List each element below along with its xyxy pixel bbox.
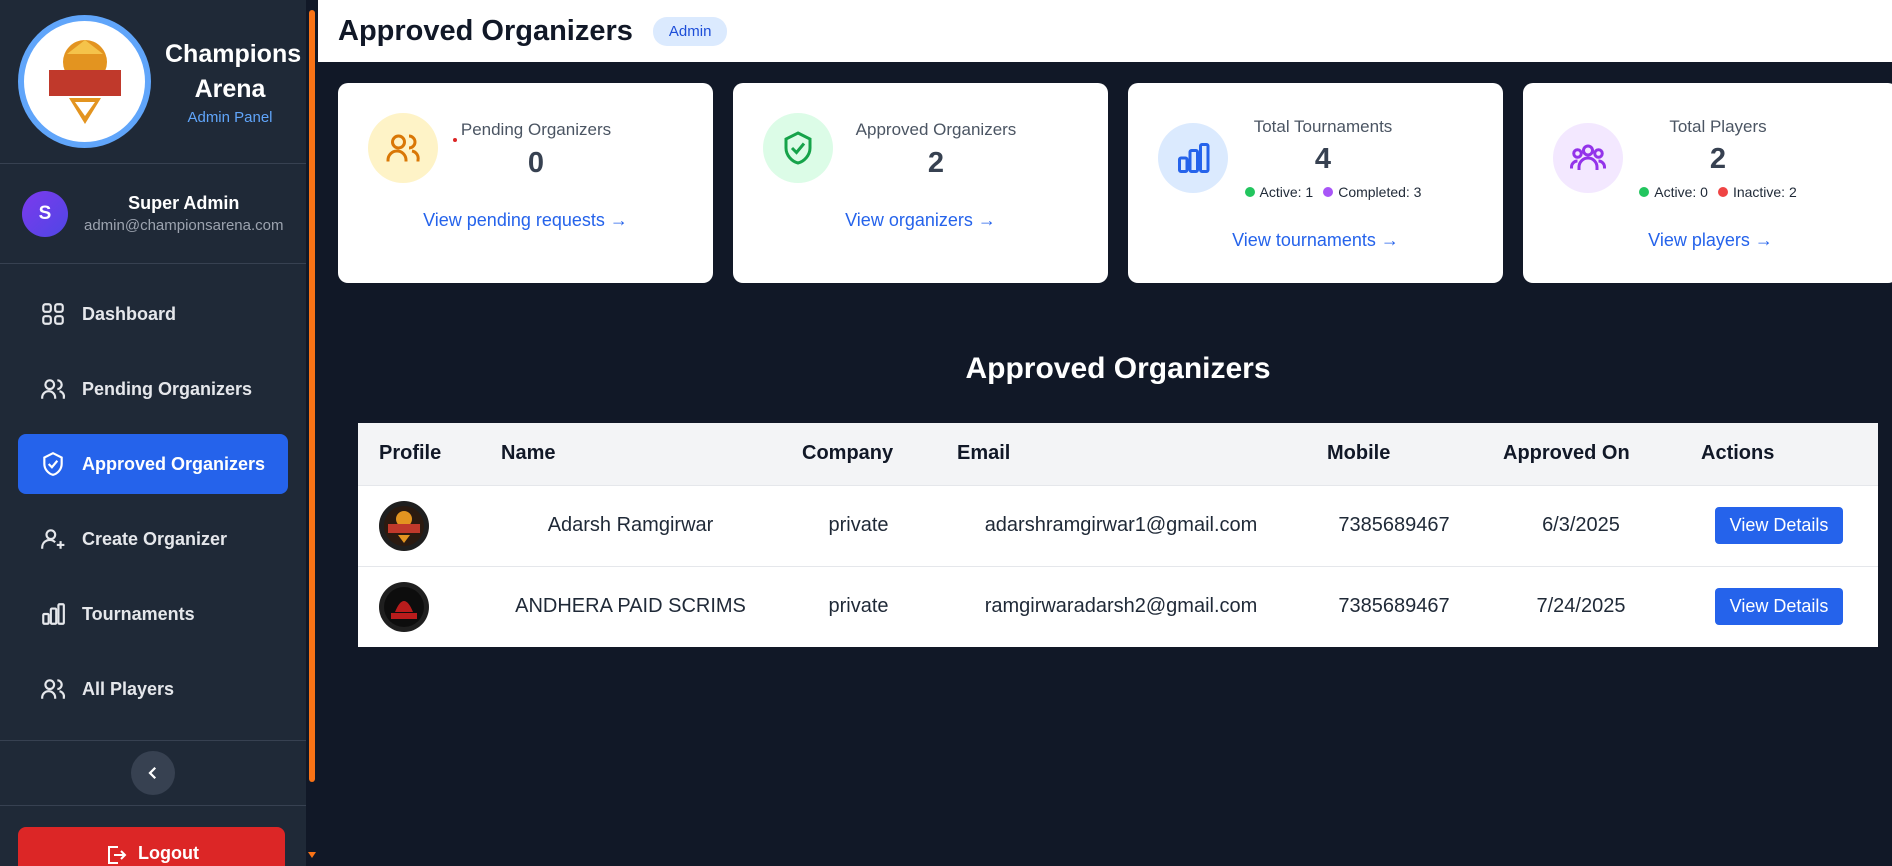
- shield-check-icon: [784, 131, 812, 165]
- view-tournaments-link[interactable]: View tournaments →: [1128, 230, 1503, 251]
- sidebar-nav: Dashboard Pending Organizers Approved Or…: [0, 264, 306, 719]
- card-value: 0: [527, 147, 545, 179]
- user-name: Super Admin: [128, 193, 240, 213]
- organizer-mobile: 7385689467: [1338, 514, 1450, 536]
- organizers-table: Profile Name Company Email Mobile Approv…: [358, 423, 1878, 647]
- organizer-avatar: [379, 581, 429, 632]
- status-dot: [1639, 187, 1650, 197]
- sidebar-item-dashboard[interactable]: Dashboard: [18, 284, 288, 344]
- sidebar-item-label: Tournaments: [82, 603, 195, 624]
- sidebar-item-all-players[interactable]: All Players: [18, 659, 288, 719]
- organizer-avatar: [379, 500, 429, 551]
- bar-chart-icon: [40, 601, 66, 627]
- shield-check-icon: [40, 451, 66, 477]
- logout-button[interactable]: Logout: [18, 827, 285, 866]
- card-icon-circle: [1553, 123, 1623, 193]
- status-dot: [1244, 187, 1255, 197]
- sidebar: Champions Arena Admin Panel S Super Admi…: [0, 0, 306, 866]
- brand-logo[interactable]: [18, 15, 151, 148]
- column-header-profile: Profile: [379, 442, 442, 465]
- user-email: admin@championsarena.com: [84, 217, 284, 234]
- table-row: ANDHERA PAID SCRIMS private ramgirwarada…: [358, 566, 1878, 647]
- column-header-company: Company: [802, 442, 894, 465]
- sidebar-item-label: Create Organizer: [82, 528, 228, 549]
- card-label: Total Players: [1669, 117, 1767, 136]
- tournament-stats: Active: 1 Completed: 3: [1238, 184, 1438, 200]
- active-count: Active: 1: [1259, 184, 1314, 200]
- logout-label: Logout: [138, 843, 199, 863]
- sidebar-item-label: Approved Organizers: [82, 453, 266, 474]
- view-details-button[interactable]: View Details: [1714, 507, 1844, 544]
- chevron-left-icon: [148, 766, 157, 780]
- card-label: Pending Organizers: [460, 120, 612, 139]
- users-group-icon: [1570, 144, 1606, 170]
- view-organizers-link[interactable]: View organizers →: [733, 210, 1108, 231]
- user-plus-icon: [40, 526, 66, 552]
- organizer-approved-on: 7/24/2025: [1536, 595, 1626, 618]
- status-dot: [1717, 187, 1728, 197]
- table-header-row: Profile Name Company Email Mobile Approv…: [358, 423, 1878, 485]
- inactive-count: Inactive: 2: [1732, 184, 1797, 200]
- user-profile: S Super Admin admin@championsarena.com: [0, 164, 306, 264]
- column-header-actions: Actions: [1701, 442, 1775, 465]
- users-icon: [40, 676, 66, 702]
- player-stats: Active: 0 Inactive: 2: [1628, 184, 1818, 200]
- organizer-company: private: [828, 514, 889, 536]
- users-icon: [40, 376, 66, 402]
- card-icon-circle: [1158, 123, 1228, 193]
- top-bar: Approved Organizers Admin: [318, 0, 1892, 62]
- column-header-approved-on: Approved On: [1503, 442, 1630, 465]
- view-players-link[interactable]: View players →: [1523, 230, 1892, 251]
- sidebar-item-label: Pending Organizers: [82, 378, 253, 399]
- brand-title: Champions Arena: [165, 40, 302, 103]
- organizer-approved-on: 6/3/2025: [1542, 514, 1620, 536]
- users-icon: [386, 134, 420, 162]
- card-icon-circle: [368, 113, 438, 183]
- card-value: 2: [1709, 143, 1727, 175]
- organizer-email: ramgirwaradarsh2@gmail.com: [984, 595, 1258, 618]
- table-row: Adarsh Ramgirwar private adarshramgirwar…: [358, 485, 1878, 566]
- column-header-name: Name: [501, 442, 556, 465]
- sidebar-item-approved-organizers[interactable]: Approved Organizers: [18, 434, 288, 494]
- card-label: Total Tournaments: [1253, 117, 1393, 136]
- section-title: Approved Organizers: [965, 352, 1271, 385]
- page-title: Approved Organizers: [338, 14, 633, 47]
- card-value: 4: [1314, 143, 1332, 175]
- collapse-sidebar-button[interactable]: [131, 751, 175, 795]
- card-label: Approved Organizers: [855, 120, 1017, 139]
- card-value: 2: [927, 147, 945, 179]
- sidebar-item-label: All Players: [82, 678, 175, 699]
- column-header-email: Email: [957, 442, 1011, 465]
- organizer-name: ANDHERA PAID SCRIMS: [515, 595, 746, 618]
- pending-organizers-card: Pending Organizers 0 View pending reques…: [338, 83, 713, 283]
- sidebar-item-tournaments[interactable]: Tournaments: [18, 584, 288, 644]
- bar-chart-icon: [1178, 143, 1210, 173]
- scroll-down-arrow[interactable]: [308, 852, 316, 858]
- brand-subtitle: Admin Panel: [187, 109, 273, 126]
- completed-count: Completed: 3: [1338, 184, 1422, 200]
- sidebar-item-pending-organizers[interactable]: Pending Organizers: [18, 359, 288, 419]
- sidebar-item-create-organizer[interactable]: Create Organizer: [18, 509, 288, 569]
- total-players-card: Total Players 2 Active: 0 Inactive: 2 Vi…: [1523, 83, 1892, 283]
- card-icon-circle: [763, 113, 833, 183]
- collapse-area: [0, 740, 306, 806]
- logout-icon: [108, 846, 127, 864]
- organizer-email: adarshramgirwar1@gmail.com: [984, 514, 1258, 536]
- column-header-mobile: Mobile: [1327, 442, 1391, 465]
- active-count: Active: 0: [1654, 184, 1708, 200]
- role-badge: Admin: [652, 16, 728, 46]
- sidebar-scrollbar-thumb[interactable]: [309, 10, 315, 782]
- status-dot: [1323, 187, 1334, 197]
- organizer-name: Adarsh Ramgirwar: [547, 514, 714, 536]
- total-tournaments-card: Total Tournaments 4 Active: 1 Completed:…: [1128, 83, 1503, 283]
- view-pending-requests-link[interactable]: View pending requests →: [338, 210, 713, 231]
- brand-header: Champions Arena Admin Panel: [0, 0, 306, 164]
- sidebar-item-label: Dashboard: [82, 303, 177, 324]
- approved-organizers-card: Approved Organizers 2 View organizers →: [733, 83, 1108, 283]
- avatar[interactable]: S: [22, 190, 68, 237]
- organizer-mobile: 7385689467: [1338, 595, 1450, 618]
- organizer-company: private: [828, 595, 889, 618]
- grid-icon: [40, 301, 66, 327]
- view-details-button[interactable]: View Details: [1714, 588, 1844, 626]
